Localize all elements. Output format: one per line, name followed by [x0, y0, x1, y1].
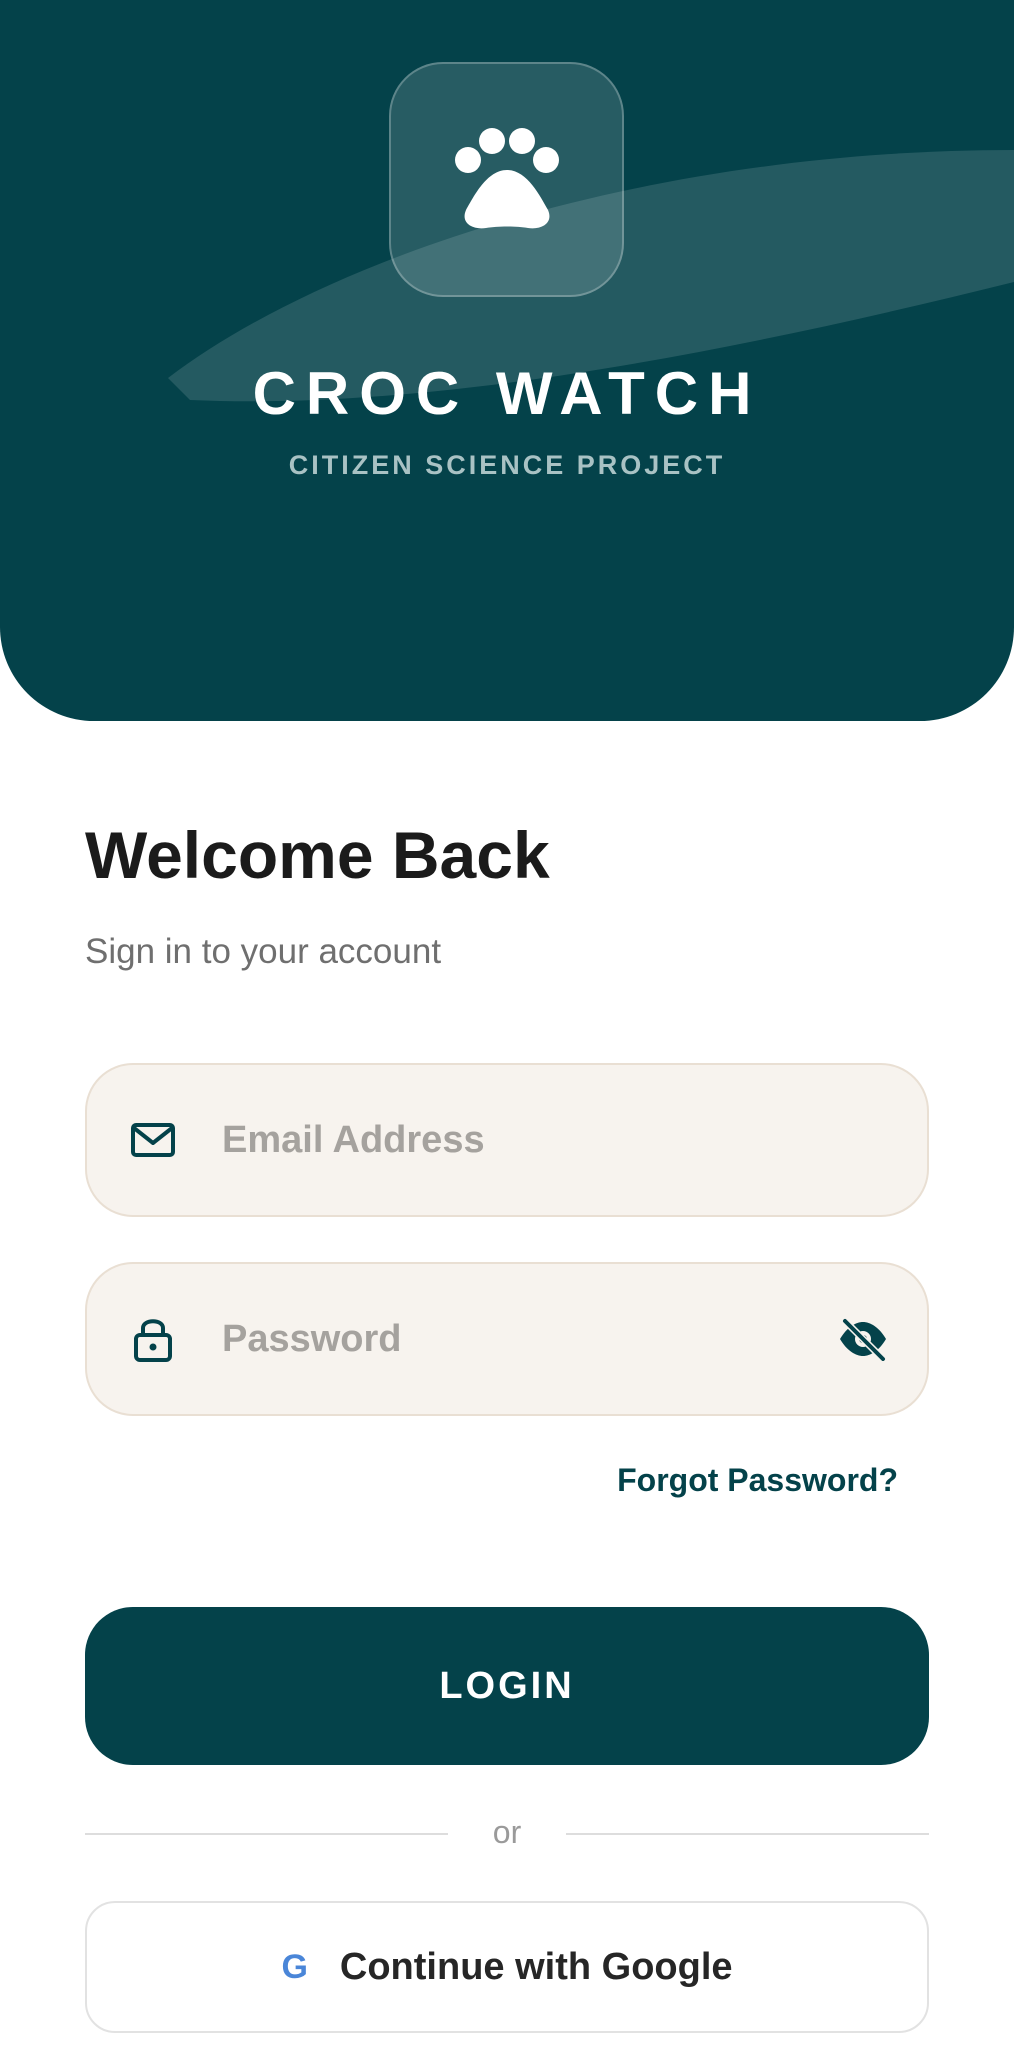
- continue-with-google-button[interactable]: G Continue with Google: [85, 1901, 929, 2033]
- divider-text: or: [492, 1814, 522, 1850]
- header-banner: CROC WATCH CITIZEN SCIENCE PROJECT: [0, 0, 1014, 721]
- google-button-label: Continue with Google: [339, 1946, 733, 1988]
- divider-line-right: [566, 1833, 929, 1835]
- page-title: Welcome Back: [85, 818, 550, 892]
- app-title: CROC WATCH: [252, 360, 762, 427]
- paw-icon: [454, 127, 559, 228]
- app-subtitle: CITIZEN SCIENCE PROJECT: [288, 450, 726, 480]
- email-input[interactable]: [222, 1065, 782, 1215]
- lock-icon: [127, 1313, 179, 1365]
- app-logo: [389, 62, 624, 297]
- forgot-password-link[interactable]: Forgot Password?: [617, 1460, 898, 1500]
- divider-line-left: [85, 1833, 448, 1835]
- password-input[interactable]: [222, 1264, 782, 1414]
- email-field[interactable]: [85, 1063, 929, 1217]
- password-visibility-toggle[interactable]: [835, 1311, 891, 1367]
- mail-icon: [127, 1114, 179, 1166]
- password-field[interactable]: [85, 1262, 929, 1416]
- page-subtitle: Sign in to your account: [85, 932, 442, 971]
- eye-off-icon: [840, 1317, 887, 1361]
- google-icon: G: [281, 1948, 308, 1986]
- login-button[interactable]: LOGIN: [85, 1607, 929, 1765]
